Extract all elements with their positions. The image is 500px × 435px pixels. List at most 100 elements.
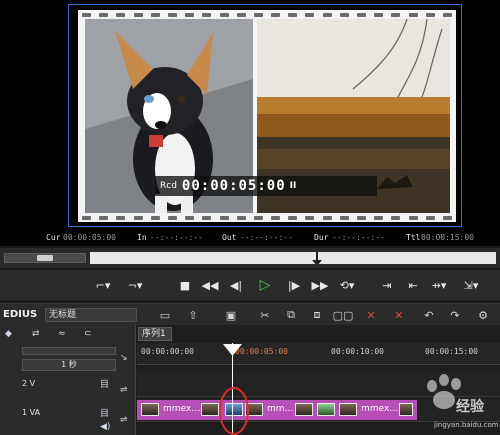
record-label: Rcd — [160, 181, 177, 191]
ttl-value: 00:00:15:00 — [421, 233, 474, 242]
loop-button[interactable]: ⟲▾ — [336, 275, 358, 295]
rewind-button[interactable]: ◀◀ — [200, 275, 220, 295]
track-header-panel: ◆ ⇄ ≈ ⊂ 1 秒 ↘ 2 V 目 ⇌ 1 VA 目 ◀) ⇌ — [0, 325, 136, 435]
paste-button[interactable]: ⧈ — [308, 308, 326, 322]
open-folder-icon: ⇧ — [188, 308, 198, 322]
waveform-icon[interactable]: ≈ — [58, 329, 66, 339]
insert-icon: ⇥ — [382, 278, 392, 292]
preview-monitor: Rcd 00:00:05:00 II — [0, 0, 500, 230]
project-name-field[interactable]: 无标题 — [45, 308, 137, 322]
undo-button[interactable]: ↶ — [420, 308, 438, 322]
stop-icon: ■ — [179, 278, 191, 292]
ruler-tick-5: 00:00:05:00 — [235, 347, 288, 356]
track-2v-lock-icon[interactable]: 目 — [100, 377, 109, 390]
delete-button[interactable]: ✕ — [362, 308, 380, 322]
track-mode-icon[interactable]: ◆ — [5, 329, 12, 339]
save-button[interactable]: ▣ — [222, 308, 240, 322]
set-out-button[interactable]: ¬▾ — [124, 275, 146, 295]
dur-value: --:--:--:-- — [332, 233, 385, 242]
play-button[interactable]: ▷ — [254, 275, 276, 295]
shuttle-knob[interactable] — [37, 255, 53, 261]
cur-value: 00:00:05:00 — [63, 233, 116, 242]
redo-icon: ↷ — [450, 308, 460, 322]
track-2v-label: 2 V — [22, 379, 36, 388]
export-icon: ⇲▾ — [463, 278, 479, 292]
clip-label-2: mm… — [267, 404, 294, 414]
sync-icon[interactable]: ⇄ — [32, 329, 40, 339]
clip-thumbnail — [141, 403, 159, 416]
timeline-zoom-slider[interactable] — [22, 347, 116, 355]
fast-forward-icon: ▶▶ — [311, 278, 329, 292]
app-name: EDIUS — [3, 309, 38, 320]
watermark-url: jingyan.baidu.com — [434, 421, 499, 429]
timeline-ruler[interactable]: 00:00:00:00 00:00:05:00 00:00:10:00 00:0… — [137, 343, 500, 365]
set-in-button[interactable]: ⌐▾ — [92, 275, 114, 295]
ttl-label: Ttl — [406, 233, 421, 242]
ruler-tick-15: 00:00:15:00 — [425, 347, 478, 356]
track-1va-audio-icon[interactable]: ◀) — [100, 422, 110, 432]
highlight-annotation — [219, 387, 249, 435]
position-slider[interactable] — [90, 252, 496, 266]
clip-strip-1va[interactable]: mmex… mm… mmex… — [137, 400, 417, 420]
clip-label-1: mmex… — [163, 404, 201, 414]
pause-indicator: II — [289, 181, 297, 191]
scrubber-row — [0, 248, 500, 268]
open-project-button[interactable]: ⇧ — [184, 308, 202, 322]
undo-icon: ↶ — [424, 308, 434, 322]
sprocket-holes-top — [82, 11, 452, 18]
link-button[interactable]: ▢▢ — [332, 308, 354, 322]
set-in-icon: ⌐▾ — [95, 278, 111, 292]
split-button[interactable]: ⇸▾ — [428, 275, 450, 295]
snap-icon[interactable]: ⊂ — [84, 329, 92, 339]
copy-icon: ⧉ — [287, 308, 295, 321]
step-forward-button[interactable]: |▶ — [284, 275, 304, 295]
track-1va-lock-icon[interactable]: 目 — [100, 406, 109, 419]
cur-label: Cur — [46, 233, 61, 242]
cut-button[interactable]: ✂ — [256, 308, 274, 322]
sprocket-holes-bottom — [82, 214, 452, 221]
settings-icon: ⚙ — [478, 308, 488, 322]
new-sequence-icon: ▭ — [159, 308, 171, 322]
step-back-button[interactable]: ◀| — [226, 275, 246, 295]
step-forward-icon: |▶ — [287, 278, 301, 292]
tab-sequence-1[interactable]: 序列1 — [138, 327, 172, 341]
redo-button[interactable]: ↷ — [446, 308, 464, 322]
clip-thumbnail — [339, 403, 357, 416]
overwrite-button[interactable]: ⇤ — [402, 275, 424, 295]
split-icon: ⇸▾ — [431, 278, 447, 292]
track-1va-patch-icon[interactable]: ⇌ — [120, 415, 128, 425]
in-label: In — [137, 233, 147, 242]
stop-button[interactable]: ■ — [176, 275, 194, 295]
record-timecode: 00:00:05:00 — [181, 178, 286, 194]
timeline-toolbar: EDIUS 无标题 ▭ ⇧ ▣ ✂ ⧉ ⧈ ▢▢ ✕ ✕ ↶ ↷ ⚙ — [0, 303, 500, 325]
scissors-icon: ✂ — [260, 308, 270, 322]
watermark-brand-cn: 经验 — [456, 399, 484, 415]
expand-icon[interactable]: ↘ — [120, 353, 128, 363]
track-2v-patch-icon[interactable]: ⇌ — [120, 385, 128, 395]
settings-button[interactable]: ⚙ — [474, 308, 492, 322]
paste-icon: ⧈ — [313, 308, 321, 321]
shuttle-slider[interactable] — [4, 253, 86, 263]
playhead-handle-icon[interactable] — [223, 344, 242, 356]
transport-controls: ⌐▾ ¬▾ ■ ◀◀ ◀| ▷ |▶ ▶▶ ⟲▾ ⇥ ⇤ ⇸▾ ⇲▾ — [0, 270, 500, 300]
new-sequence-button[interactable]: ▭ — [156, 308, 174, 322]
export-button[interactable]: ⇲▾ — [460, 275, 482, 295]
play-icon: ▷ — [259, 277, 271, 293]
ruler-tick-0: 00:00:00:00 — [141, 347, 194, 356]
step-back-icon: ◀| — [229, 278, 243, 292]
zoom-scale-select[interactable]: 1 秒 — [22, 359, 116, 371]
loop-icon: ⟲▾ — [339, 278, 355, 292]
position-marker-icon[interactable] — [312, 252, 322, 266]
link-icon: ▢▢ — [332, 308, 354, 322]
ruler-tick-10: 00:00:10:00 — [331, 347, 384, 356]
transition-thumbnail — [317, 403, 335, 416]
timecode-readout-bar: Cur 00:00:05:00 In --:--:--:-- Out --:--… — [0, 230, 500, 246]
clip-thumbnail — [295, 403, 313, 416]
copy-button[interactable]: ⧉ — [282, 308, 300, 322]
dur-label: Dur — [314, 233, 329, 242]
fast-forward-button[interactable]: ▶▶ — [310, 275, 330, 295]
out-label: Out — [222, 233, 237, 242]
out-value: --:--:--:-- — [240, 233, 293, 242]
ripple-delete-button[interactable]: ✕ — [390, 308, 408, 322]
insert-button[interactable]: ⇥ — [376, 275, 398, 295]
